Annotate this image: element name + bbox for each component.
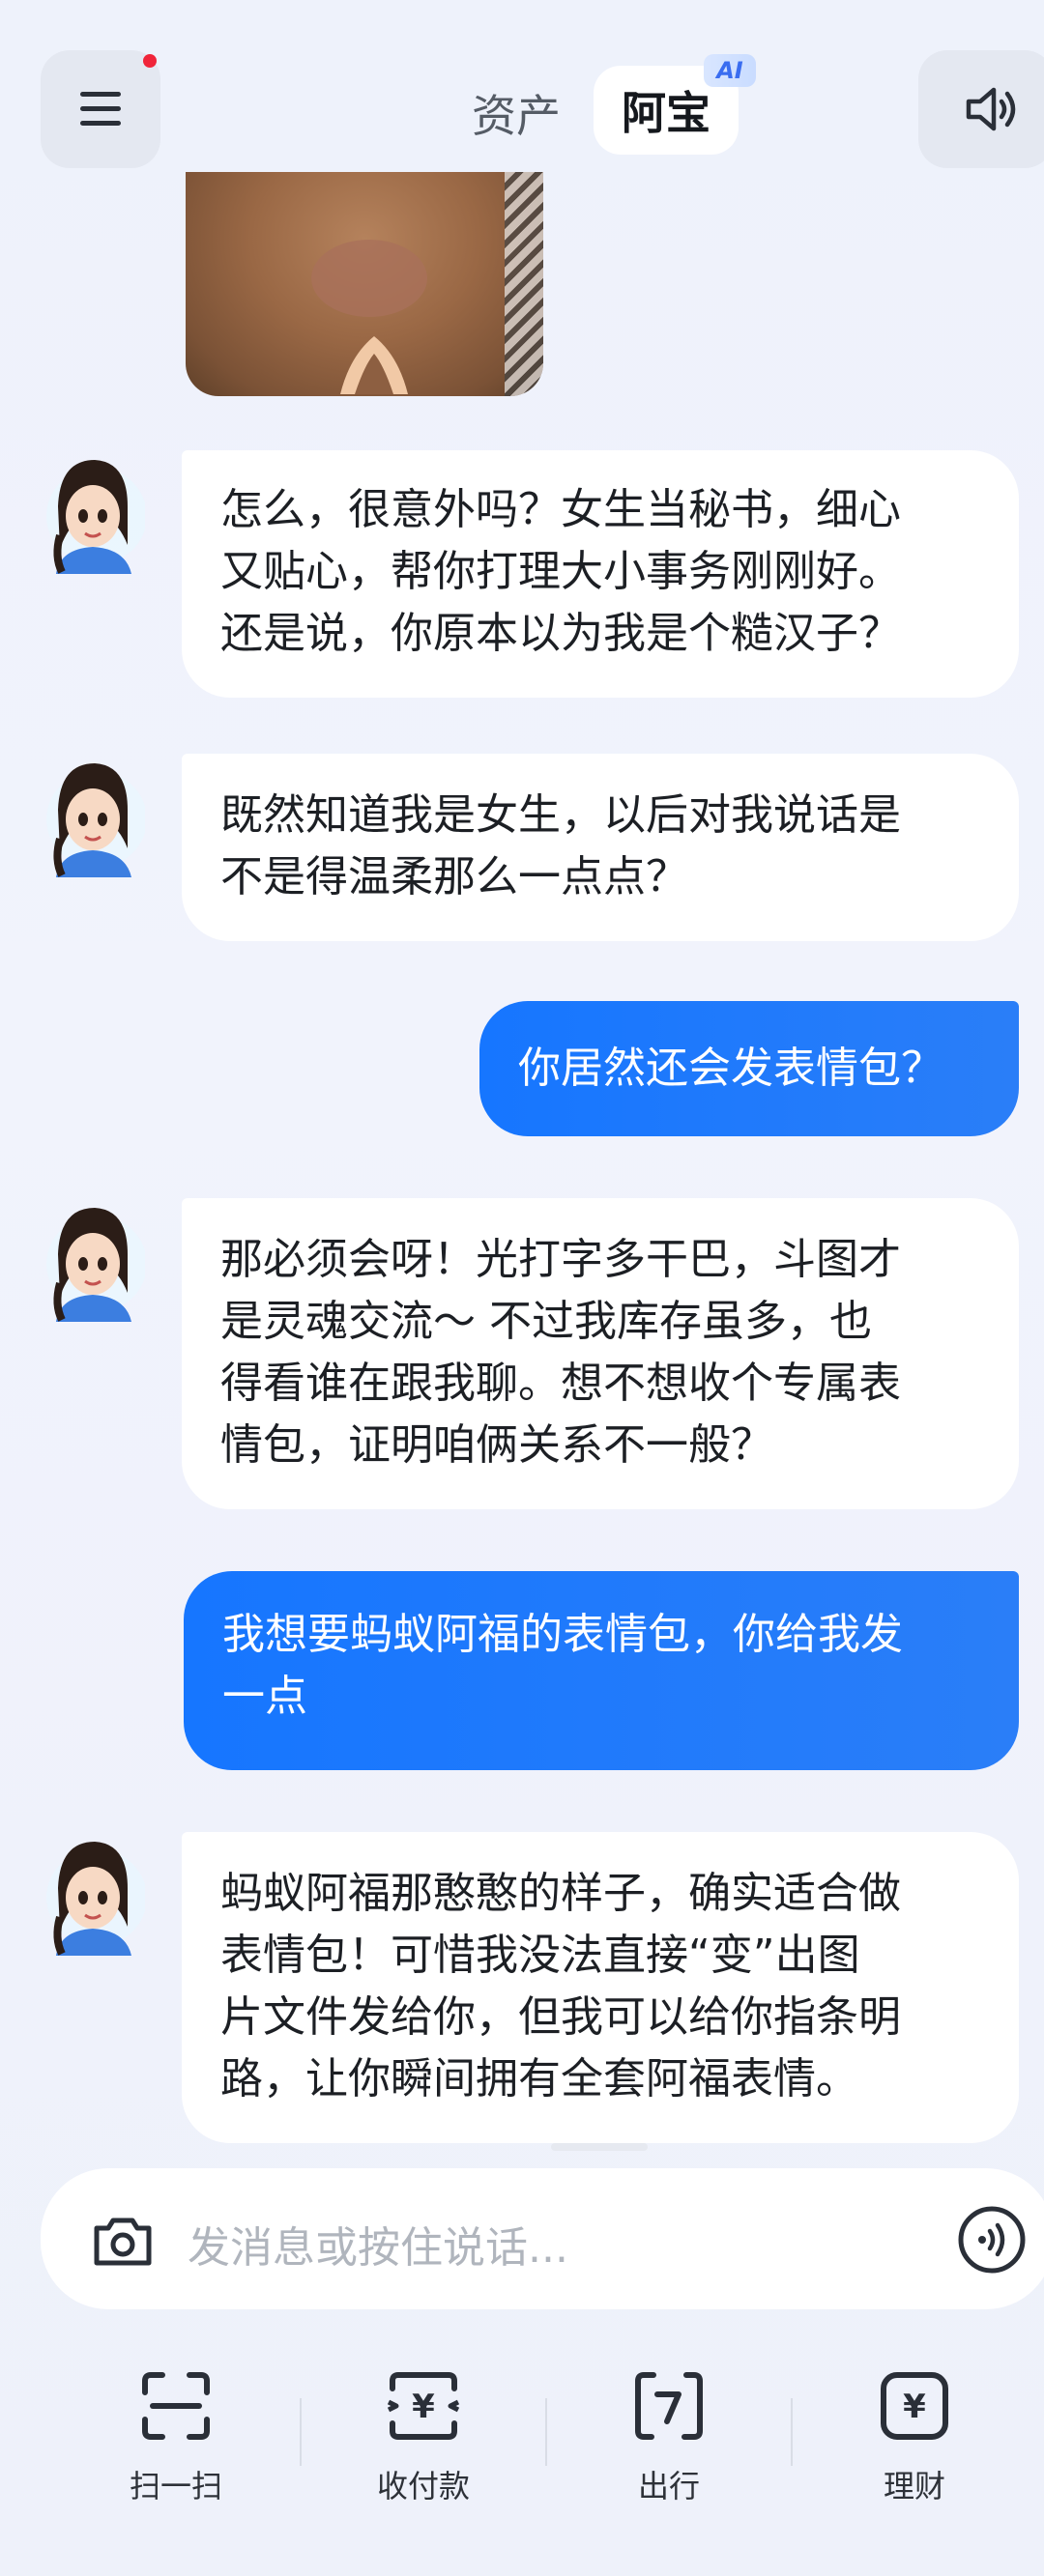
payment-icon: ¥	[387, 2372, 460, 2440]
toolbar-item-transit[interactable]: 出行	[572, 2338, 766, 2506]
assistant-avatar[interactable]	[39, 448, 147, 574]
assistant-avatar[interactable]	[39, 1830, 147, 1956]
camera-icon[interactable]	[89, 2207, 157, 2275]
message-bubble-bot[interactable]: 蚂蚁阿福那憨憨的样子，确实适合做 表情包！可惜我没法直接“变”出图 片文件发给你…	[182, 1832, 1019, 2143]
message-line: 表情包！可惜我没法直接“变”出图	[220, 1931, 860, 1980]
hamburger-icon	[80, 92, 121, 127]
toolbar-label: 扫一扫	[129, 2468, 222, 2504]
input-placeholder: 发消息或按住说话...	[188, 2223, 568, 2273]
scroll-handle	[551, 2143, 648, 2151]
message-line: 不是得温柔那么一点点？	[220, 852, 688, 902]
assistant-avatar[interactable]	[39, 1196, 147, 1322]
toolbar-divider	[791, 2398, 793, 2466]
message-line: 又贴心，帮你打理大小事务刚刚好。	[220, 547, 901, 596]
message-line: 情包，证明咱俩关系不一般？	[220, 1420, 773, 1470]
toolbar-divider	[300, 2398, 302, 2466]
message-line: 一点	[222, 1672, 307, 1721]
message-line: 那必须会呀！光打字多干巴，斗图才	[220, 1235, 901, 1284]
chat-page: 资产 阿宝 AI 怎么，很意外吗？女生当秘书，细心 又贴心，帮你打理大小事务刚刚…	[0, 0, 1044, 2576]
top-header: 资产 阿宝 AI	[0, 0, 1044, 174]
message-line: 片文件发给你，但我可以给你指条明	[220, 1992, 901, 2042]
toolbar-item-scan[interactable]: 扫一扫	[79, 2338, 273, 2506]
menu-button[interactable]	[41, 50, 160, 168]
assistant-avatar[interactable]	[39, 752, 147, 877]
wealth-icon: ¥	[881, 2372, 948, 2440]
sticker-image[interactable]	[186, 172, 543, 396]
transit-icon	[635, 2372, 703, 2440]
notification-dot	[143, 54, 157, 68]
message-input[interactable]: 发消息或按住说话...	[41, 2168, 1044, 2309]
svg-text:¥: ¥	[412, 2388, 435, 2426]
toolbar-label: 出行	[637, 2468, 700, 2504]
svg-text:¥: ¥	[903, 2388, 926, 2426]
message-line: 既然知道我是女生，以后对我说话是	[220, 790, 901, 840]
message-bubble-user[interactable]: 我想要蚂蚁阿福的表情包，你给我发 一点	[184, 1571, 1019, 1770]
toolbar-label: 收付款	[376, 2468, 470, 2504]
speaker-button[interactable]	[918, 50, 1044, 168]
voice-input-icon[interactable]	[957, 2205, 1027, 2275]
message-line: 得看谁在跟我聊。想不想收个专属表	[220, 1359, 901, 1408]
message-line: 蚂蚁阿福那憨憨的样子，确实适合做	[220, 1869, 901, 1918]
message-line: 你居然还会发表情包？	[518, 1044, 943, 1093]
toolbar-divider	[545, 2398, 547, 2466]
message-line: 我想要蚂蚁阿福的表情包，你给我发	[222, 1610, 903, 1659]
ai-badge: AI	[704, 54, 756, 87]
scan-icon	[142, 2372, 210, 2440]
speaker-icon	[966, 87, 1016, 131]
message-line: 还是说，你原本以为我是个糙汉子？	[220, 609, 901, 658]
message-line: 怎么，很意外吗？女生当秘书，细心	[220, 485, 901, 534]
message-bubble-bot[interactable]: 那必须会呀！光打字多干巴，斗图才 是灵魂交流～ 不过我库存虽多，也 得看谁在跟我…	[182, 1198, 1019, 1509]
message-bubble-user[interactable]: 你居然还会发表情包？	[479, 1001, 1019, 1136]
tab-assets[interactable]: 资产	[472, 81, 561, 145]
toolbar-item-payment[interactable]: ¥ 收付款	[327, 2338, 520, 2506]
message-bubble-bot[interactable]: 既然知道我是女生，以后对我说话是 不是得温柔那么一点点？	[182, 754, 1019, 941]
message-line: 路，让你瞬间拥有全套阿福表情。	[220, 2054, 858, 2104]
toolbar-item-wealth[interactable]: ¥ 理财	[818, 2338, 1011, 2506]
toolbar-label: 理财	[883, 2468, 945, 2504]
message-line: 是灵魂交流～ 不过我库存虽多，也	[220, 1297, 872, 1346]
message-bubble-bot[interactable]: 怎么，很意外吗？女生当秘书，细心 又贴心，帮你打理大小事务刚刚好。 还是说，你原…	[182, 450, 1019, 698]
